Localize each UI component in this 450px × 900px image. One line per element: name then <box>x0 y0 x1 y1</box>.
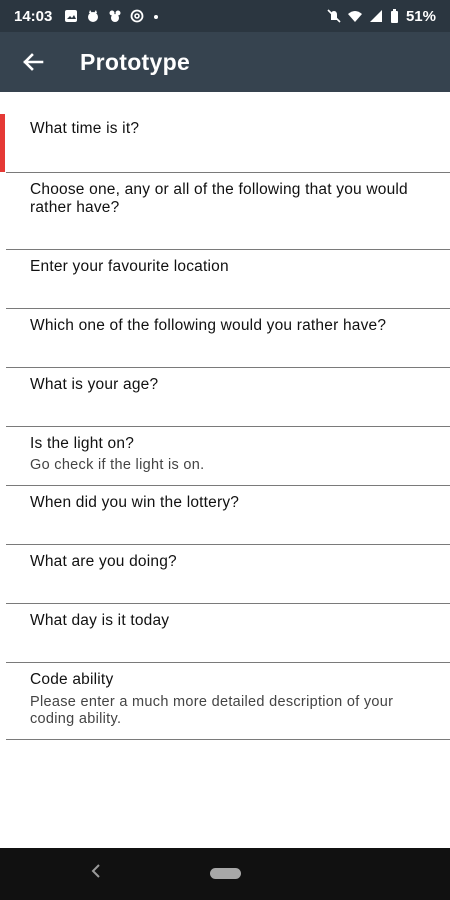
question-item[interactable]: What day is it today <box>6 604 450 663</box>
question-label: Choose one, any or all of the following … <box>30 181 408 216</box>
question-item[interactable]: When did you win the lottery? <box>6 486 450 545</box>
question-label: Code ability <box>30 671 114 688</box>
question-item[interactable]: Enter your favourite location <box>6 250 450 309</box>
arrow-back-icon <box>23 53 44 71</box>
triangle-back-icon <box>91 864 100 878</box>
question-label: What time is it? <box>30 120 140 137</box>
home-pill-icon[interactable] <box>210 868 241 879</box>
question-item[interactable]: Code ability Please enter a much more de… <box>6 663 450 740</box>
question-description: Go check if the light is on. <box>30 457 205 473</box>
question-item[interactable]: What are you doing? <box>6 545 450 604</box>
question-label: What are you doing? <box>30 553 177 570</box>
question-description: Please enter a much more detailed descri… <box>30 694 394 727</box>
question-label: What day is it today <box>30 612 170 629</box>
at-icon <box>130 9 144 23</box>
question-label: Which one of the following would you rat… <box>30 317 387 334</box>
status-time: 14:03 <box>14 7 53 25</box>
nav-bar <box>0 848 450 900</box>
question-item[interactable]: What time is it? <box>0 92 450 173</box>
question-label: Is the light on? <box>30 435 135 452</box>
mouse-icon <box>109 10 121 22</box>
active-marker <box>0 114 5 172</box>
question-label: What is your age? <box>30 376 159 393</box>
question-item[interactable]: Choose one, any or all of the following … <box>6 173 450 250</box>
question-list: What time is it? Choose one, any or all … <box>0 92 450 740</box>
app-bar: Prototype <box>0 32 450 92</box>
back-button[interactable] <box>18 47 48 77</box>
question-item[interactable]: Which one of the following would you rat… <box>6 309 450 368</box>
signal-icon <box>369 10 382 22</box>
wifi-icon <box>347 11 362 22</box>
page-title: Prototype <box>80 48 191 75</box>
cat-icon <box>88 10 99 22</box>
screen: 14:03 51% Prototype What time is it? Cho… <box>0 0 450 900</box>
photo-icon <box>65 10 78 22</box>
status-bar: 14:03 51% <box>0 0 450 32</box>
question-item[interactable]: What is your age? <box>6 368 450 427</box>
mute-icon <box>327 9 341 23</box>
question-label: When did you win the lottery? <box>30 494 240 511</box>
question-label: Enter your favourite location <box>30 258 229 275</box>
dot-icon <box>154 15 159 19</box>
status-right: 51% <box>327 8 436 25</box>
status-left-icons <box>64 9 160 23</box>
nav-back-button[interactable] <box>90 862 102 885</box>
battery-icon <box>390 9 398 23</box>
question-item[interactable]: Is the light on? Go check if the light i… <box>6 427 450 486</box>
battery-percent: 51% <box>405 7 436 25</box>
